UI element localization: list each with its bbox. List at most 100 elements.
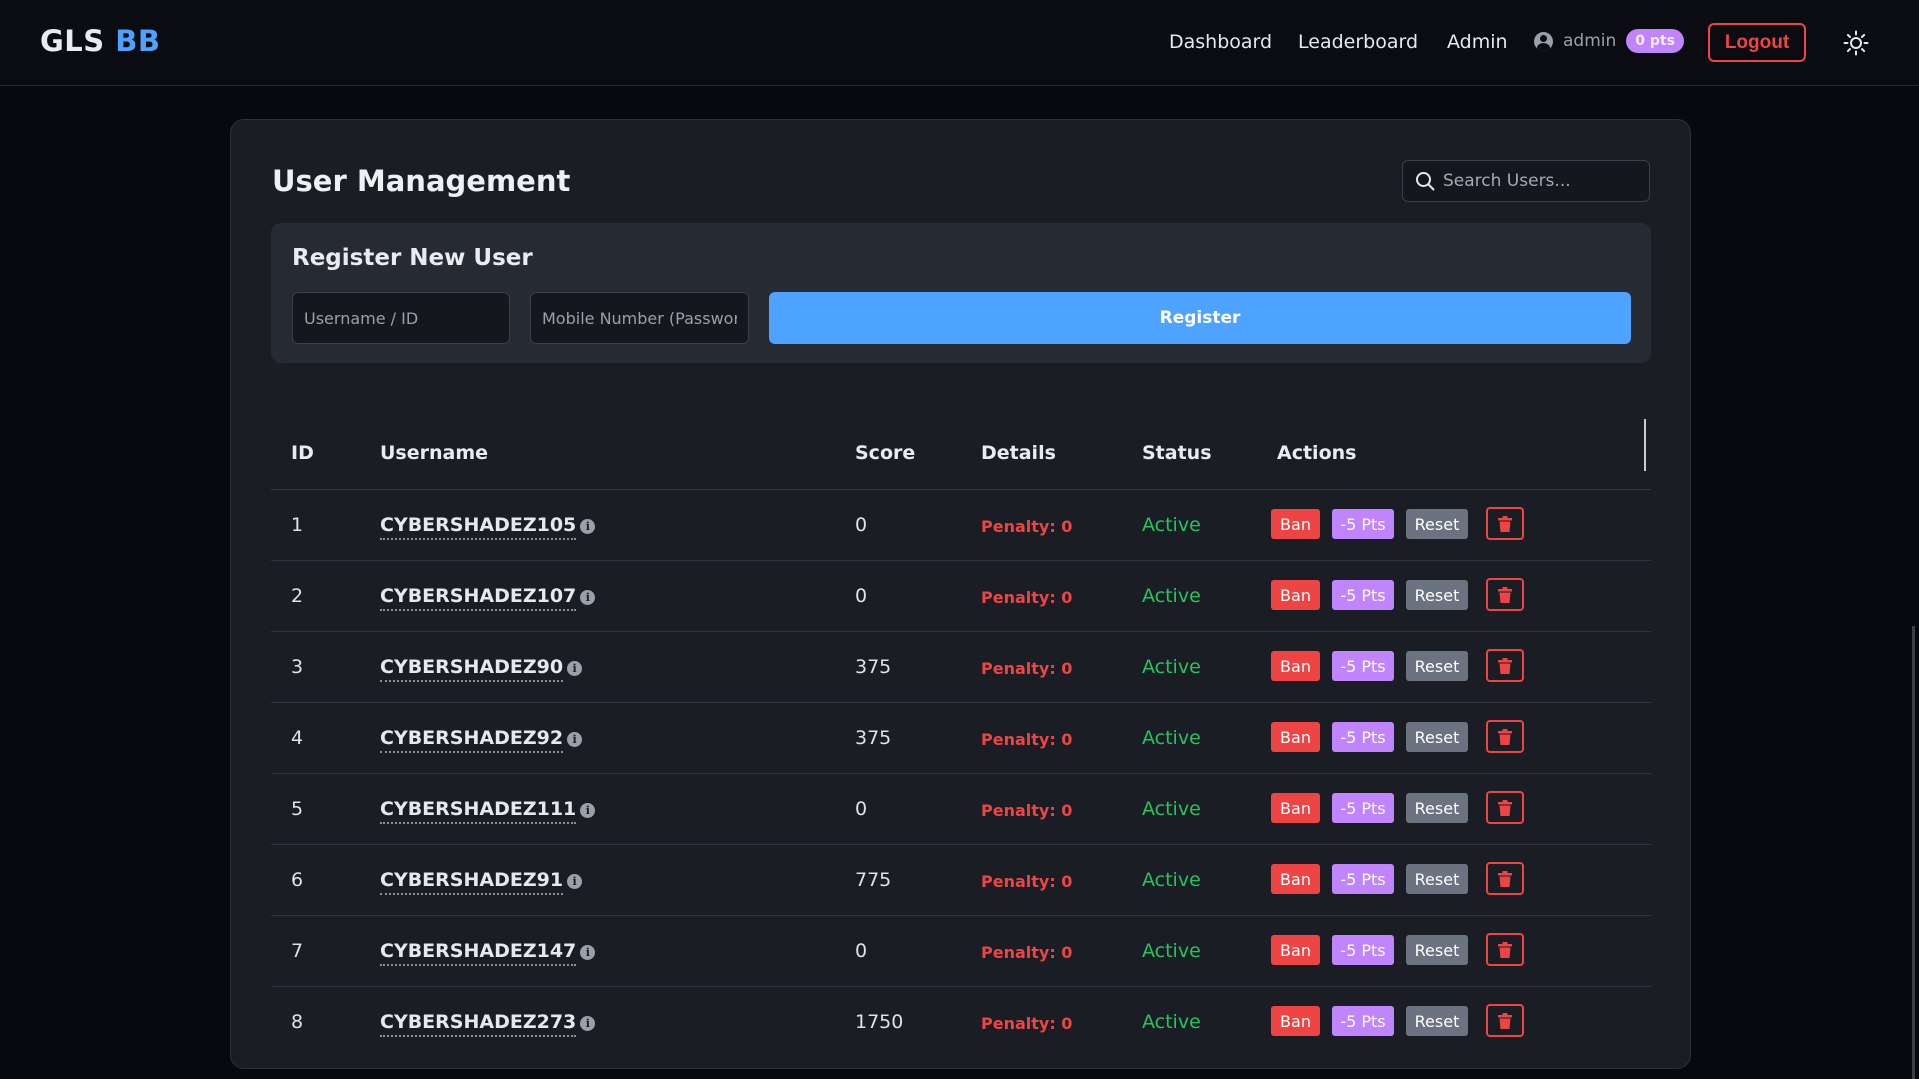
deduct-points-button[interactable]: -5 Pts: [1332, 651, 1394, 681]
reset-button[interactable]: Reset: [1406, 864, 1468, 894]
reset-button[interactable]: Reset: [1406, 722, 1468, 752]
nav-link-leaderboard[interactable]: Leaderboard: [1298, 31, 1418, 53]
header-score: Score: [855, 442, 916, 464]
row-penalty: Penalty: 0: [981, 872, 1073, 891]
reset-button[interactable]: Reset: [1406, 509, 1468, 539]
delete-button[interactable]: [1486, 1004, 1524, 1037]
reset-button[interactable]: Reset: [1406, 651, 1468, 681]
trash-icon: [1498, 515, 1512, 532]
row-id: 2: [291, 585, 304, 607]
row-score: 0: [855, 940, 868, 962]
deduct-points-button[interactable]: -5 Pts: [1332, 509, 1394, 539]
delete-button[interactable]: [1486, 791, 1524, 824]
ban-button[interactable]: Ban: [1271, 793, 1320, 823]
ban-button[interactable]: Ban: [1271, 722, 1320, 752]
username-cell: CYBERSHADEZ273 i: [380, 1011, 596, 1037]
row-id: 5: [291, 798, 304, 820]
trash-icon: [1498, 941, 1512, 958]
deduct-points-button[interactable]: -5 Pts: [1332, 935, 1394, 965]
username-input[interactable]: [292, 292, 510, 344]
username-link[interactable]: CYBERSHADEZ111: [380, 798, 577, 824]
delete-button[interactable]: [1486, 578, 1524, 611]
table-row: 5 CYBERSHADEZ111 i 0 Penalty: 0 Active Ba…: [271, 774, 1651, 845]
table-row: 2 CYBERSHADEZ107 i 0 Penalty: 0 Active Ba…: [271, 561, 1651, 632]
brand-main: GLS: [40, 24, 105, 58]
brand-logo[interactable]: GLS BB: [40, 24, 161, 58]
header-id: ID: [291, 442, 314, 464]
reset-button[interactable]: Reset: [1406, 793, 1468, 823]
reset-button[interactable]: Reset: [1406, 935, 1468, 965]
nav-link-admin[interactable]: Admin: [1447, 31, 1508, 53]
info-icon[interactable]: i: [567, 732, 583, 747]
search-input[interactable]: [1443, 171, 1633, 191]
nav-link-dashboard[interactable]: Dashboard: [1169, 31, 1272, 53]
info-icon[interactable]: i: [580, 803, 596, 818]
info-icon[interactable]: i: [580, 945, 596, 960]
ban-button[interactable]: Ban: [1271, 580, 1320, 610]
header-status: Status: [1142, 442, 1212, 464]
username-link[interactable]: CYBERSHADEZ91: [380, 869, 564, 895]
top-navbar: GLS BB Dashboard Leaderboard Admin admin…: [0, 0, 1919, 86]
username-link[interactable]: CYBERSHADEZ105: [380, 514, 577, 540]
ban-button[interactable]: Ban: [1271, 1006, 1320, 1036]
reset-button[interactable]: Reset: [1406, 580, 1468, 610]
username-link[interactable]: CYBERSHADEZ147: [380, 940, 577, 966]
username-cell: CYBERSHADEZ107 i: [380, 585, 596, 611]
username-link[interactable]: CYBERSHADEZ92: [380, 727, 564, 753]
register-button[interactable]: Register: [769, 292, 1631, 344]
username-link[interactable]: CYBERSHADEZ273: [380, 1011, 577, 1037]
username-link[interactable]: CYBERSHADEZ107: [380, 585, 577, 611]
ban-button[interactable]: Ban: [1271, 509, 1320, 539]
row-id: 8: [291, 1011, 304, 1033]
row-status: Active: [1142, 1011, 1201, 1033]
brand-accent: BB: [115, 24, 161, 58]
delete-button[interactable]: [1486, 720, 1524, 753]
username-cell: CYBERSHADEZ90 i: [380, 656, 583, 682]
username-cell: CYBERSHADEZ147 i: [380, 940, 596, 966]
header-username: Username: [380, 442, 489, 464]
delete-button[interactable]: [1486, 507, 1524, 540]
user-name: admin: [1563, 31, 1617, 51]
info-icon[interactable]: i: [567, 874, 583, 889]
page-scrollbar[interactable]: [1912, 626, 1915, 1079]
points-badge: 0 pts: [1626, 29, 1684, 53]
delete-button[interactable]: [1486, 649, 1524, 682]
ban-button[interactable]: Ban: [1271, 935, 1320, 965]
row-penalty: Penalty: 0: [981, 1014, 1073, 1033]
deduct-points-button[interactable]: -5 Pts: [1332, 580, 1394, 610]
row-id: 1: [291, 514, 304, 536]
row-status: Active: [1142, 514, 1201, 536]
deduct-points-button[interactable]: -5 Pts: [1332, 864, 1394, 894]
deduct-points-button[interactable]: -5 Pts: [1332, 793, 1394, 823]
row-penalty: Penalty: 0: [981, 801, 1073, 820]
info-icon[interactable]: i: [580, 1016, 596, 1031]
trash-icon: [1498, 728, 1512, 745]
username-link[interactable]: CYBERSHADEZ90: [380, 656, 564, 682]
ban-button[interactable]: Ban: [1271, 651, 1320, 681]
reset-button[interactable]: Reset: [1406, 1006, 1468, 1036]
info-icon[interactable]: i: [580, 590, 596, 605]
ban-button[interactable]: Ban: [1271, 864, 1320, 894]
row-score: 375: [855, 727, 892, 749]
row-score: 775: [855, 869, 892, 891]
sun-icon[interactable]: [1843, 30, 1869, 56]
username-cell: CYBERSHADEZ111 i: [380, 798, 596, 824]
logout-button[interactable]: Logout: [1708, 23, 1806, 62]
deduct-points-button[interactable]: -5 Pts: [1332, 1006, 1394, 1036]
delete-button[interactable]: [1486, 862, 1524, 895]
search-box[interactable]: [1402, 160, 1650, 202]
password-input[interactable]: [530, 292, 749, 344]
info-icon[interactable]: i: [567, 661, 583, 676]
register-panel: Register New User Register: [271, 223, 1651, 363]
info-icon[interactable]: i: [580, 519, 596, 534]
row-penalty: Penalty: 0: [981, 659, 1073, 678]
header-actions: Actions: [1277, 442, 1357, 464]
delete-button[interactable]: [1486, 933, 1524, 966]
deduct-points-button[interactable]: -5 Pts: [1332, 722, 1394, 752]
table-row: 3 CYBERSHADEZ90 i 375 Penalty: 0 Active B…: [271, 632, 1651, 703]
row-id: 6: [291, 869, 304, 891]
row-id: 3: [291, 656, 304, 678]
row-penalty: Penalty: 0: [981, 943, 1073, 962]
register-title: Register New User: [292, 245, 533, 271]
search-icon: [1416, 172, 1435, 191]
